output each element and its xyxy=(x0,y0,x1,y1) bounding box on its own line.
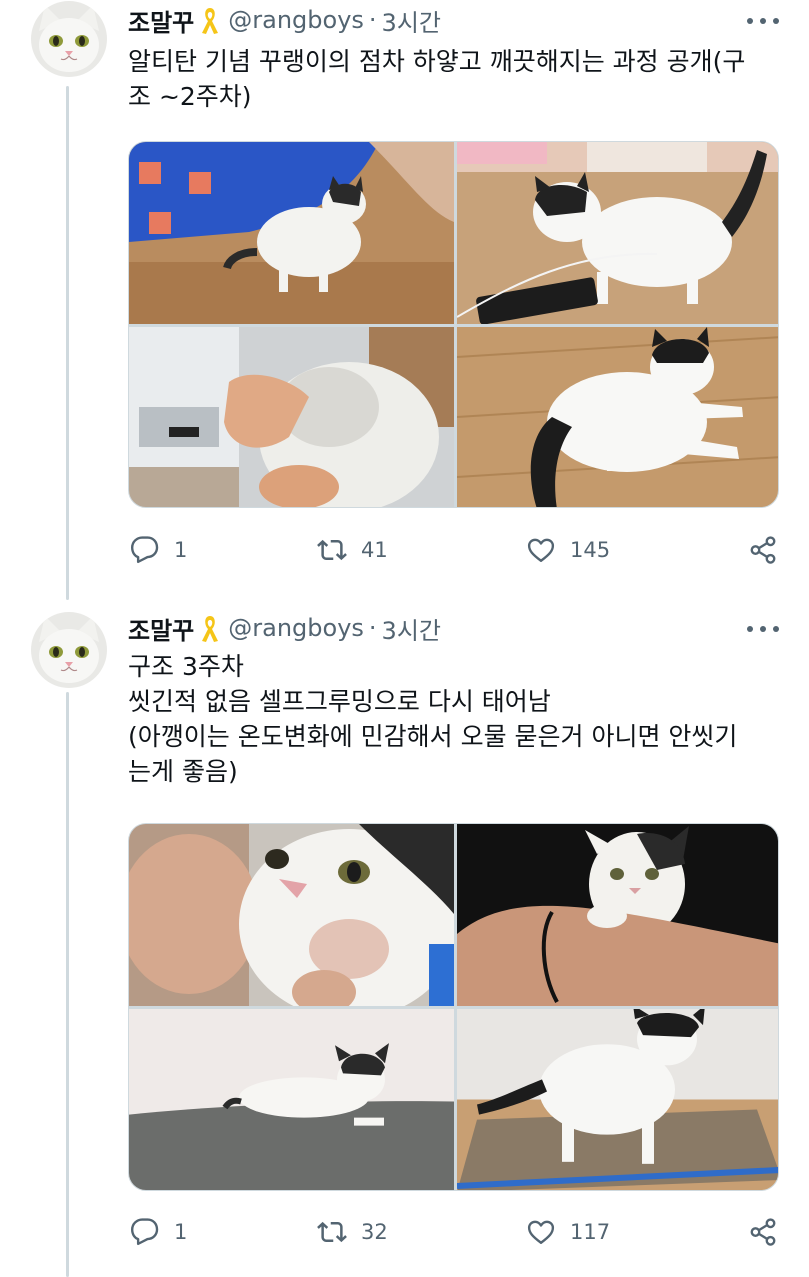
yellow-ribbon-icon xyxy=(198,5,222,35)
reply-icon xyxy=(130,535,160,565)
photo-kitten-on-arm[interactable] xyxy=(457,824,778,1006)
thread-line xyxy=(66,692,69,1277)
share-button[interactable] xyxy=(748,530,778,570)
display-name[interactable]: 조말꾸 xyxy=(128,611,194,646)
reply-count: 1 xyxy=(174,1220,188,1244)
more-options-icon[interactable] xyxy=(747,6,779,36)
white-cat-face-icon xyxy=(31,1,107,77)
photo-kitten-lying-on-cushion[interactable] xyxy=(129,1009,454,1190)
heart-icon xyxy=(526,535,556,565)
tweet-header: 조말꾸 @rangboys · 3시간 xyxy=(128,611,441,645)
tweet-text-line: (아깽이는 온도변화에 민감해서 오물 묻은거 아니면 안씻기 xyxy=(128,722,738,751)
photo-kitten-standing-on-scratcher[interactable] xyxy=(457,1009,778,1190)
timestamp[interactable]: 3시간 xyxy=(382,3,441,38)
like-count: 117 xyxy=(570,1220,611,1244)
tweet-1[interactable]: 조말꾸 @rangboys · 3시간 알티탄 기념 꾸랭이의 점차 하얗고 깨… xyxy=(0,0,809,600)
tweet-text: 알티탄 기념 꾸랭이의 점차 하얗고 깨끗해지는 과정 공개(구 조 ~2주차) xyxy=(128,44,778,114)
retweet-count: 32 xyxy=(361,1220,388,1244)
photo-kitten-belly-held-in-hand[interactable] xyxy=(129,327,454,507)
user-handle[interactable]: @rangboys xyxy=(228,6,364,34)
share-button[interactable] xyxy=(748,1212,778,1252)
tweet-text: 구조 3주차 씻긴적 없음 셀프그루밍으로 다시 태어남 (아깽이는 온도변화에… xyxy=(128,649,778,789)
separator-dot: · xyxy=(368,614,377,642)
reply-button[interactable]: 1 xyxy=(130,1212,187,1252)
retweet-button[interactable]: 32 xyxy=(317,1212,388,1252)
user-avatar[interactable] xyxy=(31,612,107,688)
reply-count: 1 xyxy=(174,538,188,562)
like-count: 145 xyxy=(570,538,611,562)
tweet-actions: 1 41 145 xyxy=(128,530,788,570)
more-options-icon[interactable] xyxy=(747,614,779,644)
tweet-actions: 1 32 117 xyxy=(128,1212,788,1252)
photo-kitten-on-floor-blue-pajamas[interactable] xyxy=(129,142,454,324)
share-icon xyxy=(748,535,778,565)
heart-icon xyxy=(526,1217,556,1247)
white-cat-face-icon xyxy=(31,612,107,688)
tweet-text-line: 알티탄 기념 꾸랭이의 점차 하얗고 깨끗해지는 과정 공개(구 xyxy=(128,47,746,76)
tweet-text-line: 는게 좋음) xyxy=(128,757,238,786)
photo-kitten-walking-by-phone[interactable] xyxy=(457,142,778,324)
user-handle[interactable]: @rangboys xyxy=(228,614,364,642)
like-button[interactable]: 117 xyxy=(526,1212,610,1252)
retweet-icon xyxy=(317,535,347,565)
photo-grid xyxy=(128,823,779,1191)
reply-button[interactable]: 1 xyxy=(130,530,187,570)
tweet-text-line: 구조 3주차 xyxy=(128,652,244,681)
retweet-button[interactable]: 41 xyxy=(317,530,388,570)
like-button[interactable]: 145 xyxy=(526,530,610,570)
tweet-header: 조말꾸 @rangboys · 3시간 xyxy=(128,3,441,37)
tweet-text-line: 조 ~2주차) xyxy=(128,82,252,111)
display-name[interactable]: 조말꾸 xyxy=(128,3,194,38)
yellow-ribbon-icon xyxy=(198,613,222,643)
retweet-icon xyxy=(317,1217,347,1247)
tweet-2[interactable]: 조말꾸 @rangboys · 3시간 구조 3주차 씻긴적 없음 셀프그루밍으… xyxy=(0,600,809,1277)
photo-kitten-face-closeup-held[interactable] xyxy=(129,824,454,1006)
share-icon xyxy=(748,1217,778,1247)
tweet-text-line: 씻긴적 없음 셀프그루밍으로 다시 태어남 xyxy=(128,687,551,716)
thread-line xyxy=(66,86,69,600)
retweet-count: 41 xyxy=(361,538,388,562)
user-avatar[interactable] xyxy=(31,1,107,77)
timestamp[interactable]: 3시간 xyxy=(382,611,441,646)
photo-kitten-crouching-on-floor[interactable] xyxy=(457,327,778,507)
photo-grid xyxy=(128,141,779,508)
separator-dot: · xyxy=(368,6,377,34)
reply-icon xyxy=(130,1217,160,1247)
